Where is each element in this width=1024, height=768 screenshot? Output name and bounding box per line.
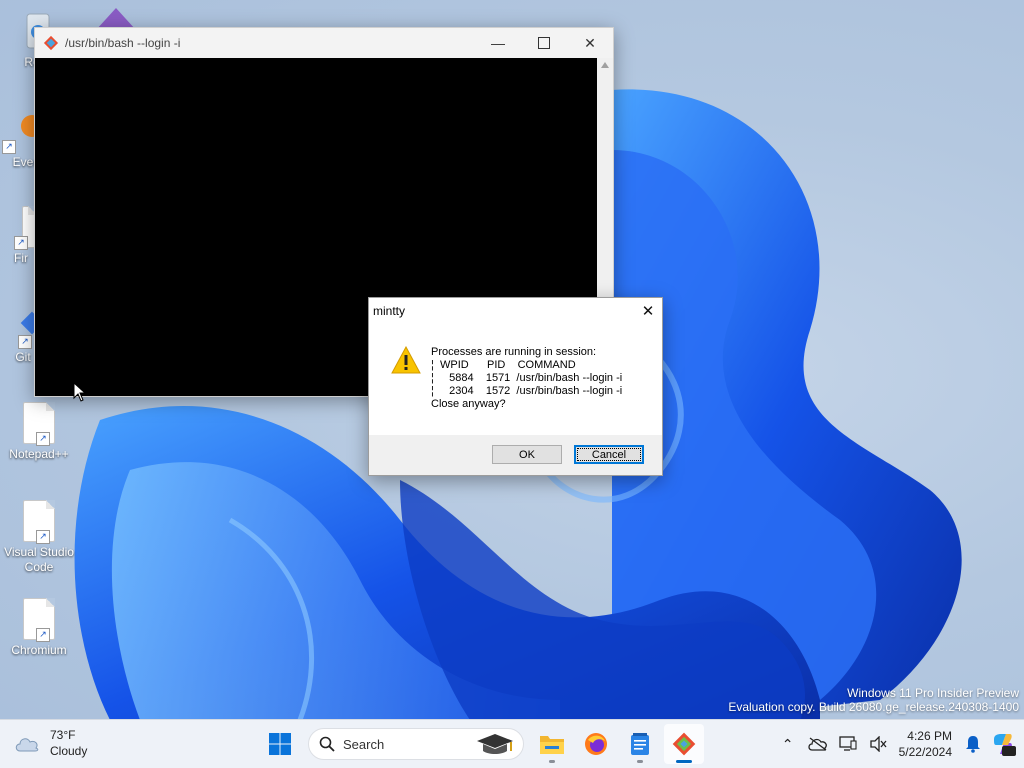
copilot-icon [994, 734, 1016, 756]
desktop-icon-vscode[interactable]: ↗ Visual Studio Code [2, 500, 76, 575]
windows-logo-icon [269, 733, 291, 755]
terminal-title: /usr/bin/bash --login -i [65, 36, 181, 50]
copilot-button[interactable] [988, 729, 1018, 759]
bell-icon [966, 736, 980, 753]
close-icon: ✕ [584, 34, 596, 51]
taskbar-firefox[interactable] [576, 724, 616, 764]
running-indicator [676, 760, 692, 763]
git-bash-icon [672, 732, 696, 756]
notepad-icon [631, 733, 649, 755]
taskbar: 73°F Cloudy Search ⌃ 4:26 PM 5/22/2024 [0, 719, 1024, 768]
taskbar-search-box[interactable]: Search [308, 728, 524, 760]
dialog-footer: OK Cancel [369, 435, 662, 475]
dialog-message: Processes are running in session: ¦ WPID… [431, 346, 623, 410]
start-button[interactable] [260, 724, 300, 764]
shortcut-arrow-icon: ↗ [36, 432, 50, 446]
cloud-icon [15, 738, 39, 752]
search-label: Search [343, 736, 385, 752]
volume-tray-button[interactable] [863, 729, 893, 759]
minimize-button[interactable]: — [475, 28, 521, 58]
shortcut-arrow-icon: ↗ [14, 236, 28, 250]
show-hidden-icons-button[interactable]: ⌃ [773, 729, 803, 759]
close-button[interactable]: ✕ [567, 28, 613, 58]
shortcut-arrow-icon: ↗ [18, 335, 32, 349]
minimize-icon: — [491, 35, 505, 51]
desktop-icon-chromium[interactable]: ↗ Chromium [2, 598, 76, 658]
close-icon: ✕ [641, 303, 655, 320]
chevron-up-icon: ⌃ [781, 735, 794, 752]
maximize-button[interactable] [521, 28, 567, 58]
scroll-up-arrow-icon[interactable] [601, 62, 609, 68]
warning-icon [391, 346, 421, 374]
running-indicator [549, 760, 555, 763]
clock-date: 5/22/2024 [898, 745, 952, 759]
system-tray: ⌃ 4:26 PM 5/22/2024 [773, 720, 1024, 768]
dialog-close-button[interactable]: ✕ [634, 298, 662, 324]
shortcut-arrow-icon: ↗ [2, 140, 16, 154]
desktop-icon-notepadpp[interactable]: ↗ Notepad++ [2, 402, 76, 462]
taskbar-git-bash[interactable] [664, 724, 704, 764]
display-tray-button[interactable] [833, 729, 863, 759]
ok-button[interactable]: OK [492, 445, 562, 464]
shortcut-arrow-icon: ↗ [36, 530, 50, 544]
watermark-line-1: Windows 11 Pro Insider Preview [847, 686, 1019, 700]
dialog-title: mintty [373, 304, 406, 318]
mintty-confirm-dialog[interactable]: mintty ✕ Processes are running in sessio… [368, 297, 663, 476]
clock-time: 4:26 PM [907, 729, 952, 743]
terminal-titlebar[interactable]: /usr/bin/bash --login -i — ✕ [35, 28, 613, 58]
firefox-icon [585, 733, 607, 755]
dialog-body: Processes are running in session: ¦ WPID… [369, 324, 662, 435]
watermark-line-2: Evaluation copy. Build 26080.ge_release.… [728, 700, 1019, 714]
focus-ring [577, 448, 641, 461]
mouse-cursor-icon [73, 382, 87, 402]
dialog-titlebar[interactable]: mintty ✕ [369, 298, 662, 324]
weather-condition: Cloudy [50, 744, 88, 758]
shortcut-arrow-icon: ↗ [36, 628, 50, 642]
taskbar-clock[interactable]: 4:26 PM 5/22/2024 [899, 728, 952, 760]
graduation-cap-icon [477, 734, 513, 754]
desktop-icon-label: Visual Studio Code [4, 545, 74, 574]
cancel-button[interactable]: Cancel [574, 445, 644, 464]
folder-icon [540, 736, 564, 754]
monitor-icon [838, 736, 857, 751]
taskbar-file-explorer[interactable] [532, 724, 572, 764]
taskbar-notepad[interactable] [620, 724, 660, 764]
search-icon [319, 736, 335, 752]
running-indicator [637, 760, 643, 763]
desktop-icon-label: Notepad++ [9, 447, 69, 461]
git-bash-icon [43, 35, 59, 51]
evaluation-watermark: Windows 11 Pro Insider Preview Evaluatio… [728, 686, 1019, 714]
desktop-icon-label: Chromium [11, 643, 67, 657]
speaker-muted-icon [869, 736, 887, 752]
cloud-offline-icon [807, 737, 827, 751]
weather-widget[interactable]: 73°F Cloudy [14, 727, 87, 759]
onedrive-tray-button[interactable] [803, 729, 833, 759]
taskbar-apps: Search [258, 724, 706, 764]
weather-temperature: 73°F [50, 728, 76, 742]
maximize-icon [538, 37, 550, 49]
notifications-button[interactable] [958, 729, 988, 759]
